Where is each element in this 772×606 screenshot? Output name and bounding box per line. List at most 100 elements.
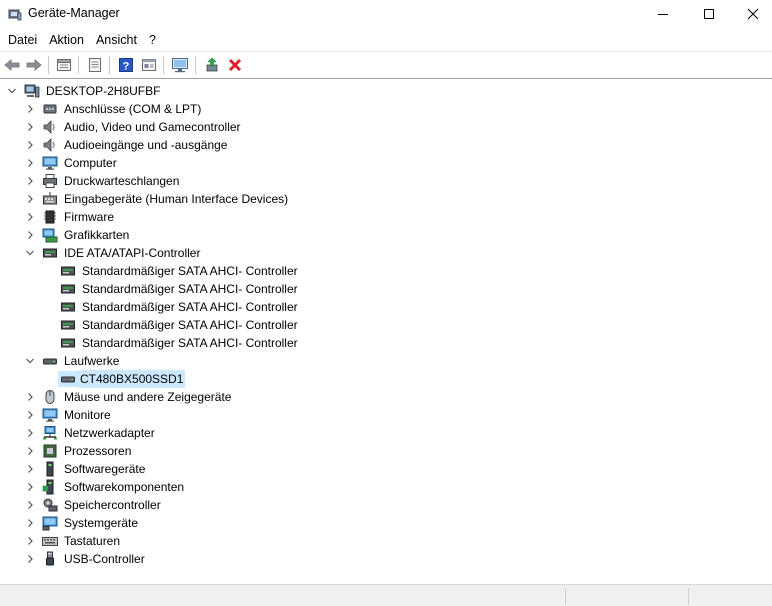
details-view-icon <box>142 59 156 71</box>
tree-item-usb-controller[interactable]: USB-Controller <box>24 550 147 568</box>
chevron-right-icon[interactable] <box>24 121 36 133</box>
tree-item-label: Softwaregeräte <box>64 462 146 476</box>
chevron-right-icon[interactable] <box>24 193 36 205</box>
menu-datei[interactable]: Datei <box>2 30 43 50</box>
uninstall-button[interactable] <box>225 55 245 75</box>
tree-item-sata-controller[interactable]: Standardmäßiger SATA AHCI- Controller <box>60 334 300 352</box>
tree-item-sata-controller[interactable]: Standardmäßiger SATA AHCI- Controller <box>60 280 300 298</box>
tree-item-label: Speichercontroller <box>64 498 161 512</box>
tree-item-maeuse[interactable]: Mäuse und andere Zeigegeräte <box>24 388 233 406</box>
tree-item-tastaturen[interactable]: Tastaturen <box>24 532 122 550</box>
chevron-right-icon[interactable] <box>24 409 36 421</box>
chevron-right-icon[interactable] <box>24 229 36 241</box>
toolbar-separator <box>109 56 110 74</box>
tree-item-label: USB-Controller <box>64 552 145 566</box>
system-icon <box>42 515 58 531</box>
chevron-right-icon[interactable] <box>24 157 36 169</box>
chevron-right-icon[interactable] <box>24 499 36 511</box>
tree-item-eingabegeraete[interactable]: Eingabegeräte (Human Interface Devices) <box>24 190 290 208</box>
chevron-right-icon[interactable] <box>24 391 36 403</box>
toolbar: ? <box>0 52 772 78</box>
update-driver-button[interactable] <box>202 55 222 75</box>
back-button[interactable] <box>2 55 22 75</box>
status-bar <box>0 585 772 606</box>
tree-item-sata-controller[interactable]: Standardmäßiger SATA AHCI- Controller <box>60 298 300 316</box>
speaker-icon <box>42 137 58 153</box>
update-driver-icon <box>206 57 218 72</box>
properties-button[interactable] <box>54 55 74 75</box>
tree-item-label: Audioeingänge und -ausgänge <box>64 138 228 152</box>
tree-item-ssd[interactable]: CT480BX500SSD1 <box>58 370 186 388</box>
chevron-right-icon[interactable] <box>24 445 36 457</box>
tree-item-label: Netzwerkadapter <box>64 426 155 440</box>
chevron-right-icon[interactable] <box>24 103 36 115</box>
list-view-button[interactable] <box>85 55 105 75</box>
uninstall-x-icon <box>228 58 242 72</box>
chevron-right-icon[interactable] <box>24 463 36 475</box>
tree-item-label: Standardmäßiger SATA AHCI- Controller <box>82 282 298 296</box>
close-button[interactable] <box>730 0 772 28</box>
mouse-icon <box>42 389 58 405</box>
tree-item-anschluesse[interactable]: Anschlüsse (COM & LPT) <box>24 100 203 118</box>
menu-bar: Datei Aktion Ansicht ? <box>0 30 772 50</box>
chevron-down-icon[interactable] <box>24 355 36 367</box>
forward-button[interactable] <box>24 55 44 75</box>
tree-item-label: Tastaturen <box>64 534 121 548</box>
maximize-button[interactable] <box>686 0 732 28</box>
chevron-down-icon[interactable] <box>24 247 36 259</box>
details-view-button[interactable] <box>139 55 159 75</box>
chevron-right-icon[interactable] <box>24 211 36 223</box>
tree-item-druckwarteschlangen[interactable]: Druckwarteschlangen <box>24 172 181 190</box>
tree-item-monitore[interactable]: Monitore <box>24 406 113 424</box>
chevron-right-icon[interactable] <box>24 139 36 151</box>
tree-item-firmware[interactable]: Firmware <box>24 208 116 226</box>
tree-item-sata-controller[interactable]: Standardmäßiger SATA AHCI- Controller <box>60 262 300 280</box>
tree-root-label: DESKTOP-2H8UFBF <box>46 84 161 98</box>
menu-aktion[interactable]: Aktion <box>43 30 90 50</box>
tree-item-systemgeraete[interactable]: Systemgeräte <box>24 514 140 532</box>
minimize-button[interactable] <box>640 0 686 28</box>
tree-item-computer[interactable]: Computer <box>24 154 119 172</box>
usb-icon <box>42 551 58 567</box>
tree-item-softwarekomponenten[interactable]: Softwarekomponenten <box>24 478 186 496</box>
controller-icon <box>60 281 76 297</box>
status-bar-separator <box>688 588 689 605</box>
tree-item-ide-ata[interactable]: IDE ATA/ATAPI-Controller <box>24 244 202 262</box>
tree-root[interactable]: DESKTOP-2H8UFBF <box>6 82 162 100</box>
tree-item-prozessoren[interactable]: Prozessoren <box>24 442 133 460</box>
monitor-icon <box>42 407 58 423</box>
back-arrow-icon <box>4 59 20 71</box>
tree-item-audio-video[interactable]: Audio, Video und Gamecontroller <box>24 118 243 136</box>
menu-help[interactable]: ? <box>143 30 162 50</box>
toolbar-separator <box>195 56 196 74</box>
tree-item-speichercontroller[interactable]: Speichercontroller <box>24 496 163 514</box>
chevron-down-icon[interactable] <box>6 85 18 97</box>
scan-hardware-button[interactable] <box>170 55 190 75</box>
status-bar-separator <box>565 588 566 605</box>
tree-item-laufwerke[interactable]: Laufwerke <box>24 352 121 370</box>
tree-item-label: Prozessoren <box>64 444 132 458</box>
chevron-right-icon[interactable] <box>24 517 36 529</box>
tree-item-audio-io[interactable]: Audioeingänge und -ausgänge <box>24 136 229 154</box>
speaker-icon <box>42 119 58 135</box>
port-icon <box>42 101 58 117</box>
tree-item-grafikkarten[interactable]: Grafikkarten <box>24 226 131 244</box>
window-title: Geräte-Manager <box>28 6 120 20</box>
menu-ansicht[interactable]: Ansicht <box>90 30 143 50</box>
controller-icon <box>60 335 76 351</box>
tree-item-label: Anschlüsse (COM & LPT) <box>64 102 202 116</box>
chevron-right-icon[interactable] <box>24 175 36 187</box>
forward-arrow-icon <box>26 59 42 71</box>
chevron-right-icon[interactable] <box>24 427 36 439</box>
minimize-icon <box>658 14 668 15</box>
maximize-icon <box>704 9 714 19</box>
chevron-right-icon[interactable] <box>24 481 36 493</box>
tree-item-label: Monitore <box>64 408 111 422</box>
tree-item-sata-controller[interactable]: Standardmäßiger SATA AHCI- Controller <box>60 316 300 334</box>
software-component-icon <box>42 479 58 495</box>
chevron-right-icon[interactable] <box>24 535 36 547</box>
help-button[interactable]: ? <box>116 55 136 75</box>
tree-item-netzwerkadapter[interactable]: Netzwerkadapter <box>24 424 157 442</box>
chevron-right-icon[interactable] <box>24 553 36 565</box>
tree-item-softwaregeraete[interactable]: Softwaregeräte <box>24 460 147 478</box>
